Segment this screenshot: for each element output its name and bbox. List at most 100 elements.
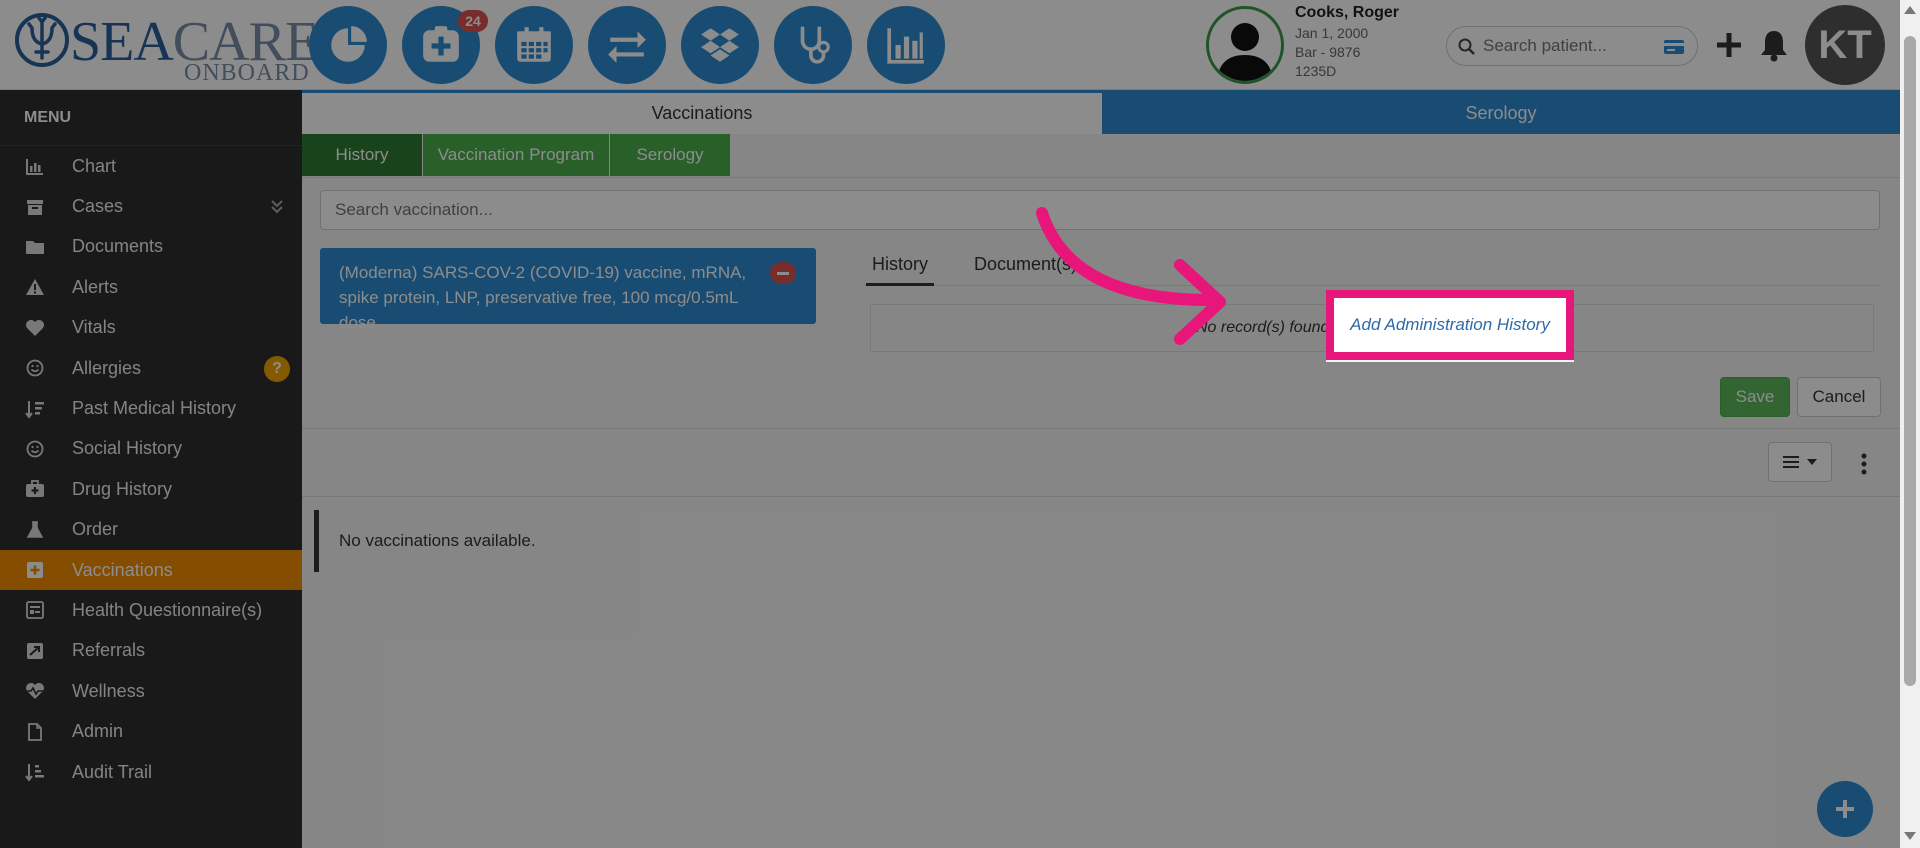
sub-tabs: History Vaccination Program Serology <box>302 134 1900 178</box>
sidebar-item-label: Audit Trail <box>72 761 153 782</box>
vaccination-search-input[interactable] <box>320 190 1880 230</box>
help-badge[interactable]: ? <box>264 355 290 382</box>
patient-name: Cooks, Roger <box>1295 4 1400 21</box>
scroll-up-arrow-icon[interactable] <box>1904 6 1916 14</box>
add-administration-history-link[interactable]: Add Administration History <box>1350 315 1550 335</box>
nav-calendar-button[interactable] <box>495 6 573 84</box>
sidebar-item-vitals[interactable]: Vitals <box>0 308 302 348</box>
sidebar-menu: MENU Chart Cases Documents Alerts Vitals… <box>0 90 302 848</box>
referral-icon <box>24 640 46 662</box>
sort-list-icon <box>24 761 46 783</box>
caret-down-icon <box>1807 459 1817 465</box>
patient-search[interactable] <box>1446 26 1698 66</box>
sidebar-item-label: Vaccinations <box>72 559 173 580</box>
sidebar-item-allergies[interactable]: Allergies ? <box>0 348 302 388</box>
sidebar-item-label: Alerts <box>72 276 119 297</box>
subtab-serology[interactable]: Serology <box>610 134 730 176</box>
tab-serology[interactable]: Serology <box>1102 93 1900 134</box>
cancel-button[interactable]: Cancel <box>1797 377 1881 417</box>
nav-dropbox-button[interactable] <box>681 6 759 84</box>
sidebar-item-documents[interactable]: Documents <box>0 227 302 267</box>
user-avatar[interactable]: KT <box>1805 5 1885 85</box>
sidebar-item-label: Drug History <box>72 478 173 499</box>
sidebar-item-chart[interactable]: Chart <box>0 146 302 186</box>
sidebar-item-social-history[interactable]: Social History <box>0 429 302 469</box>
top-tabs: Vaccinations Serology <box>302 90 1900 134</box>
calendar-icon <box>517 27 551 62</box>
nav-medical-button[interactable]: 24 <box>402 6 488 84</box>
patient-search-input[interactable] <box>1483 33 1653 59</box>
logo-subtitle: ONBOARD <box>184 60 310 86</box>
sidebar-item-alerts[interactable]: Alerts <box>0 267 302 307</box>
form-icon <box>24 599 46 621</box>
sidebar-item-label: Documents <box>72 236 164 257</box>
seacare-logo[interactable]: SEACARE ONBOARD <box>14 8 319 86</box>
tab-vaccinations[interactable]: Vaccinations <box>302 93 1102 134</box>
empty-vaccinations-message: No vaccinations available. <box>314 510 536 572</box>
person-silhouette-icon <box>1217 23 1273 81</box>
scroll-thumb[interactable] <box>1904 36 1916 686</box>
divider <box>302 496 1900 497</box>
top-header: SEACARE ONBOARD 24 Cooks, Roger Jan 1, 2… <box>0 0 1900 90</box>
list-view-dropdown-button[interactable] <box>1768 442 1832 482</box>
patient-info[interactable]: Cooks, Roger Jan 1, 2000 Bar - 9876 1235… <box>1295 2 1399 81</box>
menu-title: MENU <box>0 90 302 146</box>
remove-vaccine-button[interactable] <box>770 262 796 284</box>
transfer-arrows-icon <box>608 31 646 63</box>
sidebar-item-drug-history[interactable]: Drug History <box>0 469 302 509</box>
trident-logo-icon <box>15 13 69 67</box>
folder-icon <box>24 236 46 258</box>
more-options-icon[interactable] <box>1858 452 1870 476</box>
minus-icon <box>777 271 789 275</box>
add-icon[interactable] <box>1712 28 1746 62</box>
sidebar-item-label: Order <box>72 519 119 540</box>
patient-avatar[interactable] <box>1206 6 1284 84</box>
patient-id: 1235D <box>1295 63 1337 79</box>
sidebar-item-wellness[interactable]: Wellness <box>0 671 302 711</box>
divider <box>302 428 1900 429</box>
bell-icon[interactable] <box>1758 28 1790 62</box>
patient-dob: Jan 1, 2000 <box>1295 25 1369 41</box>
detail-tab-documents[interactable]: Document(s) <box>968 242 1083 286</box>
sidebar-item-past-medical-history[interactable]: Past Medical History <box>0 388 302 428</box>
sidebar-item-cases[interactable]: Cases <box>0 186 302 226</box>
bar-chart-icon <box>887 28 924 64</box>
nav-transfer-button[interactable] <box>588 6 666 84</box>
sidebar-item-referrals[interactable]: Referrals <box>0 631 302 671</box>
nav-stethoscope-button[interactable] <box>774 6 852 84</box>
sidebar-item-audit-trail[interactable]: Audit Trail <box>0 752 302 792</box>
save-button[interactable]: Save <box>1720 377 1790 417</box>
sidebar-item-vaccinations[interactable]: Vaccinations <box>0 549 302 591</box>
list-icon <box>1783 456 1799 468</box>
sidebar-item-label: Vitals <box>72 317 116 338</box>
subtab-history[interactable]: History <box>302 134 422 176</box>
nav-dashboard-button[interactable] <box>309 6 387 84</box>
plus-icon <box>1836 800 1854 818</box>
bar-chart-icon <box>24 155 46 177</box>
scroll-down-arrow-icon[interactable] <box>1904 832 1916 840</box>
vaccine-name: (Moderna) SARS-COV-2 (COVID-19) vaccine,… <box>339 263 747 332</box>
detail-tab-history[interactable]: History <box>866 242 935 286</box>
sidebar-item-label: Social History <box>72 438 183 459</box>
sidebar-item-admin[interactable]: Admin <box>0 711 302 751</box>
nav-reports-button[interactable] <box>867 6 945 84</box>
heart-icon <box>24 317 46 339</box>
plus-square-icon <box>24 559 46 581</box>
floating-add-button[interactable] <box>1817 781 1873 837</box>
page-scrollbar[interactable] <box>1900 0 1920 848</box>
id-card-icon[interactable] <box>1663 38 1685 56</box>
subtab-vaccination-program[interactable]: Vaccination Program <box>423 134 609 176</box>
dropbox-icon <box>701 28 739 62</box>
file-icon <box>24 721 46 743</box>
sidebar-item-label: Admin <box>72 721 124 742</box>
sidebar-item-order[interactable]: Order <box>0 510 302 550</box>
sidebar-item-health-questionnaires[interactable]: Health Questionnaire(s) <box>0 590 302 630</box>
sidebar-item-label: Health Questionnaire(s) <box>72 599 263 620</box>
stethoscope-icon <box>800 26 830 64</box>
main-content: Vaccinations Serology History Vaccinatio… <box>302 90 1900 848</box>
sidebar-item-label: Cases <box>72 196 124 217</box>
smiley-icon <box>24 357 46 379</box>
selected-vaccine-card[interactable]: (Moderna) SARS-COV-2 (COVID-19) vaccine,… <box>320 248 816 332</box>
chevron-double-down-icon[interactable] <box>270 198 284 214</box>
search-icon <box>1458 38 1475 55</box>
